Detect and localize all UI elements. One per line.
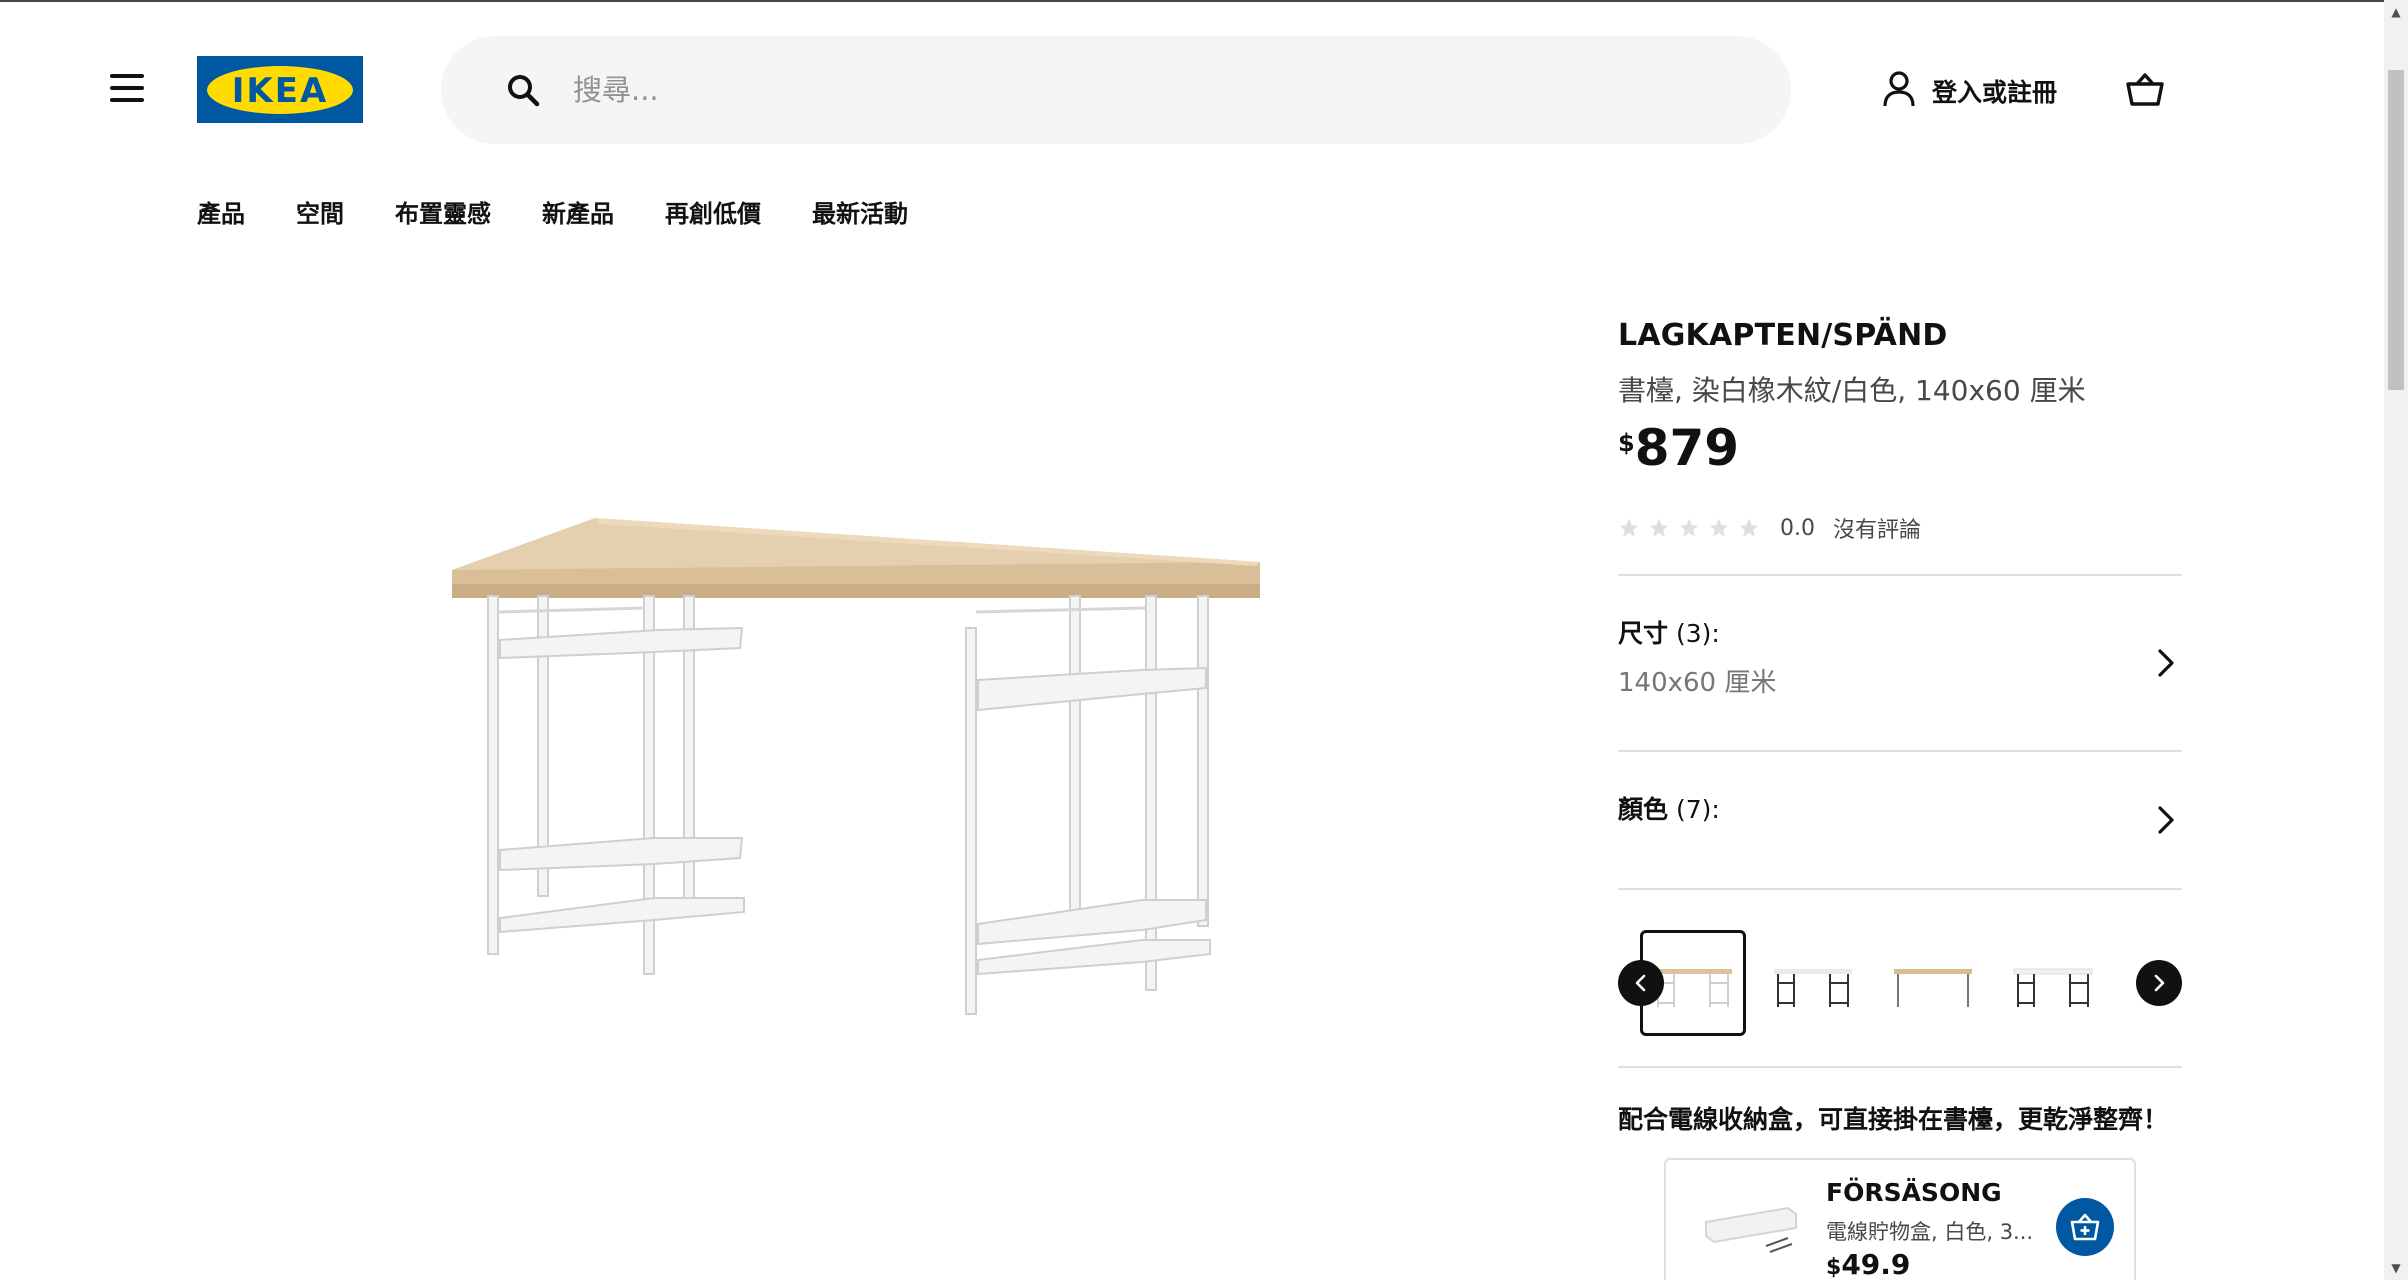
product-info-panel: LAGKAPTEN/SPÄND 書檯, 染白橡木紋/白色, 140x60 厘米 … (1618, 318, 2182, 1136)
accessory-name: FÖRSÄSONG (1826, 1178, 2002, 1207)
ikea-logo[interactable]: IKEA (197, 56, 363, 123)
scroll-up-arrow-icon[interactable]: ▲ (2384, 0, 2408, 24)
chevron-left-icon (1635, 974, 1646, 992)
nav-item-products[interactable]: 產品 (197, 194, 245, 229)
search-icon[interactable] (505, 72, 541, 108)
size-selector[interactable]: 尺寸 (3): 140x60 厘米 (1618, 576, 2182, 750)
accessory-card[interactable]: FÖRSÄSONG 電線貯物盒, 白色, 3... $49.9 (1664, 1158, 2136, 1280)
scroll-thumb[interactable] (2388, 70, 2404, 390)
star-icon (1649, 518, 1669, 537)
nav-item-inspiration[interactable]: 布置靈感 (395, 194, 491, 229)
user-icon (1882, 70, 1916, 112)
add-to-cart-button[interactable] (2056, 1198, 2114, 1256)
search-bar[interactable] (441, 36, 1791, 144)
window-top-border (0, 0, 2384, 2)
variant-thumbnails (1618, 928, 2182, 1038)
svg-text:IKEA: IKEA (232, 71, 329, 111)
price-currency: $ (1618, 429, 1635, 457)
nav-item-lower-price[interactable]: 再創低價 (665, 194, 761, 229)
carousel-prev-button[interactable] (1618, 960, 1664, 1006)
nav-item-rooms[interactable]: 空間 (296, 194, 344, 229)
carousel-next-button[interactable] (2136, 960, 2182, 1006)
hamburger-menu-icon[interactable] (110, 74, 146, 102)
color-count: (7): (1675, 795, 1720, 824)
promo-text: 配合電線收納盒，可直接掛在書檯，更乾淨整齊！ (1618, 1105, 2169, 1134)
add-to-cart-icon (2070, 1213, 2100, 1241)
thumbnail-white-black-desk[interactable] (2000, 930, 2106, 1036)
chevron-right-icon (2158, 806, 2174, 834)
price-value: 879 (1634, 419, 1740, 477)
main-nav: 產品 空間 布置靈感 新產品 再創低價 最新活動 (197, 194, 959, 229)
rating-count-text: 沒有評論 (1833, 518, 1922, 543)
size-count: (3): (1675, 619, 1720, 648)
size-label: 尺寸 (1618, 619, 1669, 648)
chevron-right-icon (2154, 974, 2165, 992)
thumbnail-oak-legs-desk[interactable] (1880, 930, 1986, 1036)
star-icon (1619, 518, 1639, 537)
divider (1618, 1066, 2182, 1068)
chevron-right-icon (2158, 649, 2174, 677)
divider (1618, 888, 2182, 890)
color-title: 顏色 (7): (1618, 790, 2182, 826)
accessory-description: 電線貯物盒, 白色, 3... (1826, 1220, 2034, 1244)
accessory-price-currency: $ (1826, 1255, 1842, 1280)
login-register-link[interactable]: 登入或註冊 (1882, 70, 2057, 112)
accessory-image (1705, 1206, 1797, 1253)
scroll-down-arrow-icon[interactable]: ▼ (2384, 1256, 2408, 1280)
rating-score: 0.0 (1780, 515, 1815, 541)
page-scrollbar[interactable]: ▲ ▼ (2384, 0, 2408, 1280)
product-description: 書檯, 染白橡木紋/白色, 140x60 厘米 (1618, 374, 2086, 407)
product-main-image[interactable] (430, 500, 1280, 1060)
color-selector[interactable]: 顏色 (7): (1618, 752, 2182, 888)
accessory-price-value: 49.9 (1841, 1248, 1911, 1280)
account-label: 登入或註冊 (1932, 78, 2058, 107)
color-label: 顏色 (1618, 795, 1669, 824)
nav-item-new-products[interactable]: 新產品 (542, 194, 614, 229)
product-price: $ 879 (1618, 421, 2182, 476)
star-icon (1709, 518, 1729, 537)
size-value: 140x60 厘米 (1618, 668, 1777, 698)
nav-item-latest-events[interactable]: 最新活動 (812, 194, 908, 229)
accessory-price: $49.9 (1826, 1248, 1910, 1280)
star-icon (1679, 518, 1699, 537)
basket-icon[interactable] (2124, 70, 2166, 110)
product-name: LAGKAPTEN/SPÄND (1618, 318, 1948, 353)
star-icon (1739, 518, 1759, 537)
rating-row[interactable]: 0.0 沒有評論 (1618, 512, 2182, 544)
size-title: 尺寸 (3): (1618, 614, 2182, 650)
logo-text: IKEA (232, 71, 329, 111)
search-input[interactable] (573, 73, 1673, 107)
logo-oval: IKEA (207, 65, 353, 114)
thumbnail-black-desk[interactable] (1760, 930, 1866, 1036)
rating-stars (1618, 517, 1760, 539)
